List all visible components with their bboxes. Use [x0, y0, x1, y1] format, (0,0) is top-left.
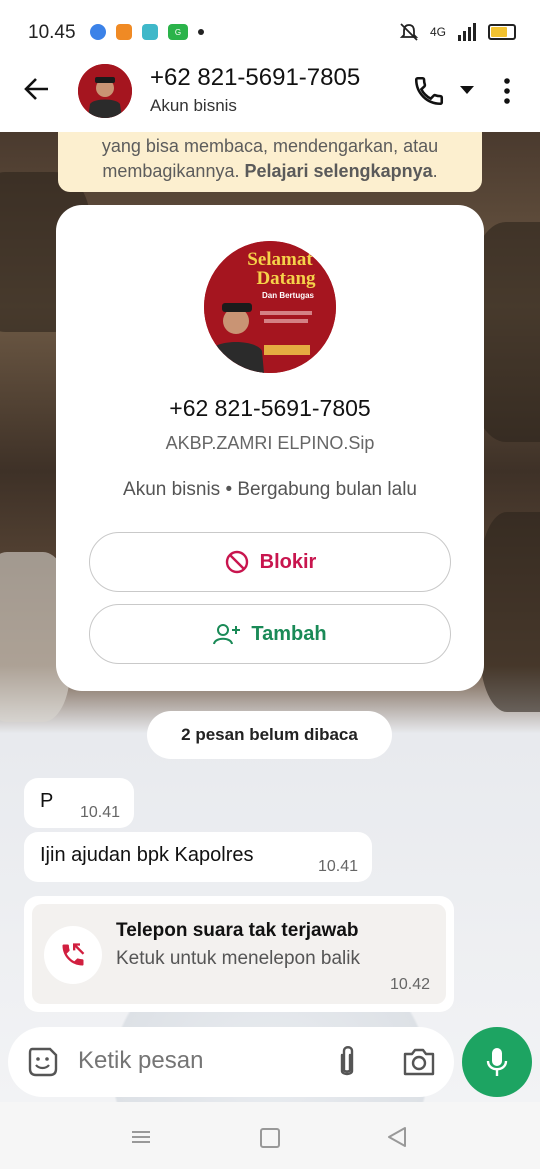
- missed-call-icon: [62, 943, 85, 966]
- message-input[interactable]: [78, 1047, 298, 1075]
- microphone-icon: [486, 1048, 508, 1076]
- missed-call-bubble[interactable]: Telepon suara tak terjawab Ketuk untuk m…: [24, 896, 454, 1012]
- contact-avatar[interactable]: [78, 64, 132, 118]
- block-button[interactable]: Blokir: [89, 532, 451, 592]
- wallpaper-shape: [480, 512, 540, 712]
- attachment-icon[interactable]: [334, 1043, 360, 1081]
- missed-call-time: 10.42: [389, 976, 430, 993]
- add-label: Tambah: [251, 622, 327, 645]
- avatar-text-2: Datang: [256, 268, 316, 289]
- avatar-text-3: Dan Bertugas: [262, 291, 315, 300]
- silent-icon: [399, 23, 419, 41]
- signal-icon: [458, 23, 476, 41]
- home-icon[interactable]: [260, 1128, 280, 1148]
- notice-line-2: membagikannya. Pelajari selengkapnya.: [58, 159, 482, 184]
- card-account-meta: Akun bisnis • Bergabung bulan lalu: [123, 479, 417, 500]
- system-status: 4G: [398, 22, 516, 42]
- app-notification-icon: [90, 24, 106, 40]
- message-time: 10.41: [79, 804, 120, 821]
- notification-icons: G: [90, 24, 204, 40]
- network-label: 4G: [429, 25, 446, 39]
- missed-call-title: Telepon suara tak terjawab: [116, 920, 359, 941]
- notice-period: .: [432, 161, 438, 181]
- cart-notification-icon: [142, 24, 158, 40]
- notice-line: yang bisa membaca, mendengarkan, atau: [101, 136, 439, 156]
- message-text: Ijin ajudan bpk Kapolres: [40, 844, 254, 866]
- nav-back-icon[interactable]: [386, 1126, 408, 1148]
- back-arrow-icon[interactable]: [22, 74, 52, 104]
- message-bubble[interactable]: Ijin ajudan bpk Kapolres 10.41: [24, 832, 372, 882]
- status-time: 10.45: [28, 22, 76, 43]
- sticker-icon[interactable]: [26, 1045, 60, 1079]
- card-business-name: AKBP.ZAMRI ELPINO.Sip: [165, 433, 375, 453]
- call-options-dropdown-icon[interactable]: [460, 86, 474, 94]
- message-bubble[interactable]: P 10.41: [24, 778, 134, 828]
- voice-message-button[interactable]: [462, 1027, 532, 1097]
- more-options-icon[interactable]: [500, 76, 514, 106]
- message-time: 10.41: [317, 858, 358, 875]
- camera-icon[interactable]: [402, 1046, 436, 1078]
- learn-more-link[interactable]: Pelajari selengkapnya: [244, 161, 432, 181]
- missed-call-icon-wrap: [44, 926, 102, 984]
- add-contact-button[interactable]: Tambah: [89, 604, 451, 664]
- shop-notification-icon: [116, 24, 132, 40]
- block-label: Blokir: [259, 550, 317, 573]
- message-composer: [8, 1027, 454, 1097]
- grab-notification-icon: G: [168, 24, 188, 40]
- unread-messages-badge: 2 pesan belum dibaca: [147, 711, 392, 759]
- voice-call-icon[interactable]: [412, 74, 446, 108]
- avatar-text-1: Selamat: [247, 249, 313, 270]
- card-phone-number: +62 821-5691-7805: [169, 395, 371, 421]
- notice-text: membagikannya.: [102, 161, 240, 181]
- missed-call-subtitle: Ketuk untuk menelepon balik: [116, 948, 360, 969]
- more-notifications-dot: [198, 29, 204, 35]
- contact-subtitle: Akun bisnis: [150, 96, 237, 115]
- block-icon: [225, 550, 248, 574]
- chat-header: +62 821-5691-7805 Akun bisnis: [0, 54, 540, 132]
- system-navigation-bar: [0, 1102, 540, 1169]
- message-text: P: [40, 790, 54, 812]
- contact-phone-title[interactable]: +62 821-5691-7805: [150, 64, 360, 92]
- contact-info-card: Selamat Datang Dan Bertugas +62 821-5691…: [56, 205, 484, 691]
- battery-icon: [488, 24, 516, 40]
- add-person-icon: [213, 624, 241, 645]
- recent-apps-icon[interactable]: [130, 1130, 152, 1144]
- contact-profile-photo[interactable]: Selamat Datang Dan Bertugas: [204, 241, 336, 373]
- missed-call-card[interactable]: Telepon suara tak terjawab Ketuk untuk m…: [32, 904, 446, 1004]
- encryption-notice: yang bisa membaca, mendengarkan, atau me…: [58, 132, 482, 192]
